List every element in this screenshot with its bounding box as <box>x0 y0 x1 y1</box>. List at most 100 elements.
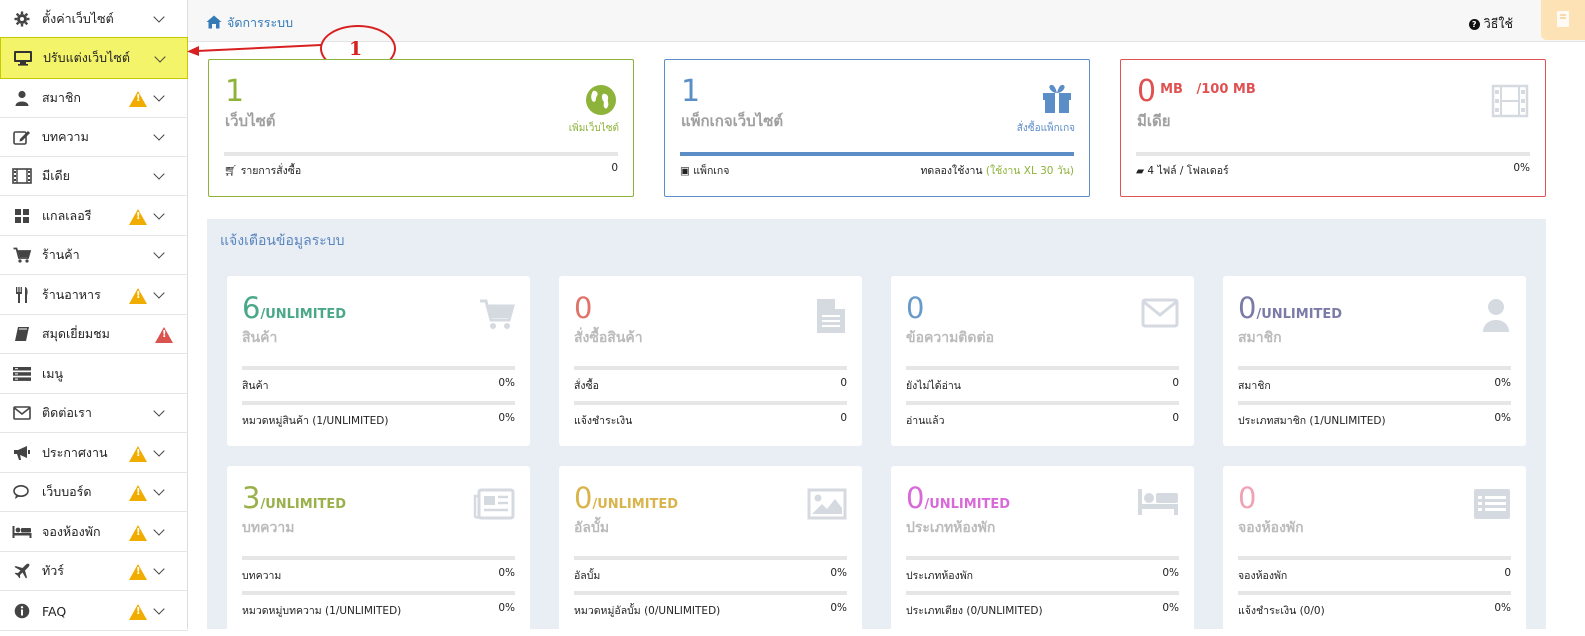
sidebar-item-booking[interactable]: จองห้องพัก <box>0 513 188 552</box>
sidebar-item-gallery[interactable]: แกลเลอรี <box>0 197 188 236</box>
stat-row[interactable]: บทความ 0% <box>242 567 515 584</box>
orders-label[interactable]: 🛒︎ รายการสั่งซื้อ <box>224 162 301 179</box>
breadcrumb[interactable]: จัดการระบบ <box>206 13 293 33</box>
stat-row[interactable]: อัลบั้ม 0% <box>574 567 847 584</box>
cutlery-icon <box>12 286 32 304</box>
folder-icon: ▰ <box>1136 165 1145 177</box>
stat-row[interactable]: จองห้องพัก 0 <box>1238 567 1511 584</box>
stat-count: 0/UNLIMITED <box>906 481 1011 515</box>
warning-icon <box>129 209 147 225</box>
sidebar-item-customize-site[interactable]: ปรับแต่งเว็บไซต์ <box>0 37 188 79</box>
stat-progress <box>906 401 1179 405</box>
film-icon <box>1491 84 1529 121</box>
sidebar-item-label: ตั้งค่าเว็บไซต์ <box>42 11 114 26</box>
files-label[interactable]: ▰ 4 ไฟล์ / โฟลเดอร์ <box>1136 162 1229 179</box>
stat-count: 0 <box>906 291 925 325</box>
bed-icon <box>1137 488 1179 519</box>
stat-row[interactable]: หมวดหมู่สินค้า (1/UNLIMITED) 0% <box>242 412 515 429</box>
websites-footer: 🛒︎ รายการสั่งซื้อ 0 <box>224 162 618 179</box>
newspaper-icon <box>473 488 515 523</box>
sidebar-item-guestbook[interactable]: สมุดเยี่ยมชม <box>0 315 188 354</box>
cart-icon: 🛒︎ <box>224 165 238 177</box>
sidebar-item-label: แกลเลอรี <box>42 208 92 223</box>
stat-card: 0 จองห้องพัก จองห้องพัก 0 แจ้งชำระเงิน (0… <box>1223 466 1526 636</box>
stat-row[interactable]: อ่านแล้ว 0 <box>906 412 1179 429</box>
sidebar-item-label: บทความ <box>42 129 89 144</box>
sidebar-item-faq[interactable]: FAQ <box>0 592 188 631</box>
package-status: ทดลองใช้งาน (ใช้งาน XL 30 วัน) <box>920 165 1074 177</box>
top-bar: จัดการระบบ ? วิธีใช้ <box>188 0 1585 42</box>
chevron-down-icon <box>153 563 165 575</box>
cart-icon <box>12 246 32 264</box>
sidebar-item-contact[interactable]: ติดต่อเรา <box>0 394 188 433</box>
sidebar-item-menu[interactable]: เมนู <box>0 355 188 394</box>
stat-title: อัลบั้ม <box>574 520 610 536</box>
add-website-link[interactable]: เพิ่มเว็บไซต์ <box>569 121 619 136</box>
stat-card: 6/UNLIMITED สินค้า สินค้า 0% หมวดหมู่สินค… <box>227 276 530 446</box>
sidebar-item-jobs[interactable]: ประกาศงาน <box>0 434 188 473</box>
sidebar-item-members[interactable]: สมาชิก <box>0 79 188 118</box>
stat-title: ประเภทห้องพัก <box>906 520 996 536</box>
package-count: 1 <box>681 74 701 109</box>
sidebar-item-webboard[interactable]: เว็บบอร์ด <box>0 473 188 512</box>
book-icon <box>12 325 32 343</box>
stat-progress <box>242 401 515 405</box>
image-icon <box>807 488 847 523</box>
package-card: 1 แพ็กเกจเว็บไซต์ สั่งซื้อแพ็กเกจ ▣ แพ็ก… <box>664 59 1090 197</box>
stat-row[interactable]: สินค้า 0% <box>242 377 515 394</box>
stat-progress <box>574 401 847 405</box>
stat-count: 3/UNLIMITED <box>242 481 347 515</box>
sidebar-item-media[interactable]: มีเดีย <box>0 157 188 196</box>
media-title: มีเดีย <box>1137 112 1171 130</box>
warning-icon <box>129 288 147 304</box>
stat-title: สินค้า <box>242 330 278 346</box>
sidebar-item-articles[interactable]: บทความ <box>0 118 188 157</box>
gift-icon <box>1041 84 1073 117</box>
stat-row[interactable]: ประเภทสมาชิก (1/UNLIMITED) 0% <box>1238 412 1511 429</box>
home-icon <box>206 15 222 32</box>
stat-row[interactable]: หมวดหมู่อัลบั้ม (0/UNLIMITED) 0% <box>574 602 847 619</box>
stat-row[interactable]: หมวดหมู่บทความ (1/UNLIMITED) 0% <box>242 602 515 619</box>
comments-icon <box>12 483 32 501</box>
list-icon <box>1473 488 1511 523</box>
warning-icon <box>155 327 173 343</box>
bed-icon <box>12 523 32 541</box>
stat-title: สั่งซื้อสินค้า <box>574 330 643 346</box>
sidebar-item-label: จองห้องพัก <box>42 524 101 539</box>
websites-title: เว็บไซต์ <box>225 112 276 130</box>
media-card: 0 MB /100 MB มีเดีย ▰ 4 ไฟล์ / โฟลเดอร์ 0… <box>1120 59 1546 197</box>
stat-progress <box>242 591 515 595</box>
chevron-down-icon <box>153 90 165 102</box>
stat-row[interactable]: สมาชิก 0% <box>1238 377 1511 394</box>
chevron-down-icon <box>153 208 165 220</box>
order-package-link[interactable]: สั่งซื้อแพ็กเกจ <box>1017 121 1075 136</box>
notebook-button[interactable] <box>1541 0 1585 40</box>
stat-row[interactable]: ประเภทห้องพัก 0% <box>906 567 1179 584</box>
stat-row[interactable]: แจ้งชำระเงิน 0 <box>574 412 847 429</box>
stat-row[interactable]: สั่งซื้อ 0 <box>574 377 847 394</box>
package-title: แพ็กเกจเว็บไซต์ <box>681 112 784 130</box>
sidebar-item-tour[interactable]: ทัวร์ <box>0 552 188 591</box>
sidebar-item-label: มีเดีย <box>42 168 70 183</box>
stat-row[interactable]: ยังไม่ได้อ่าน 0 <box>906 377 1179 394</box>
media-progress <box>1136 152 1530 156</box>
stat-row[interactable]: แจ้งชำระเงิน (0/0) 0% <box>1238 602 1511 619</box>
stat-progress <box>574 591 847 595</box>
user-icon <box>1481 298 1511 335</box>
sidebar-item-label: ร้านค้า <box>42 247 80 262</box>
chevron-down-icon <box>153 524 165 536</box>
chevron-down-icon <box>153 405 165 417</box>
stat-progress <box>906 366 1179 370</box>
stat-row[interactable]: ประเภทเตียง (0/UNLIMITED) 0% <box>906 602 1179 619</box>
chevron-down-icon <box>153 168 165 180</box>
sidebar-item-shop[interactable]: ร้านค้า <box>0 236 188 275</box>
plane-icon <box>12 562 32 580</box>
sidebar-item-site-settings[interactable]: ตั้งค่าเว็บไซต์ <box>0 0 188 39</box>
help-link[interactable]: ? วิธีใช้ <box>1468 14 1513 34</box>
annotation-number: 1 <box>349 38 363 60</box>
sidebar-item-restaurant[interactable]: ร้านอาหาร <box>0 276 188 315</box>
chevron-down-icon <box>153 247 165 259</box>
system-info-panel: แจ้งเตือนข้อมูลระบบ 6/UNLIMITED สินค้า ส… <box>207 219 1546 636</box>
stat-progress <box>242 366 515 370</box>
package-label[interactable]: ▣ แพ็กเกจ <box>680 162 729 179</box>
